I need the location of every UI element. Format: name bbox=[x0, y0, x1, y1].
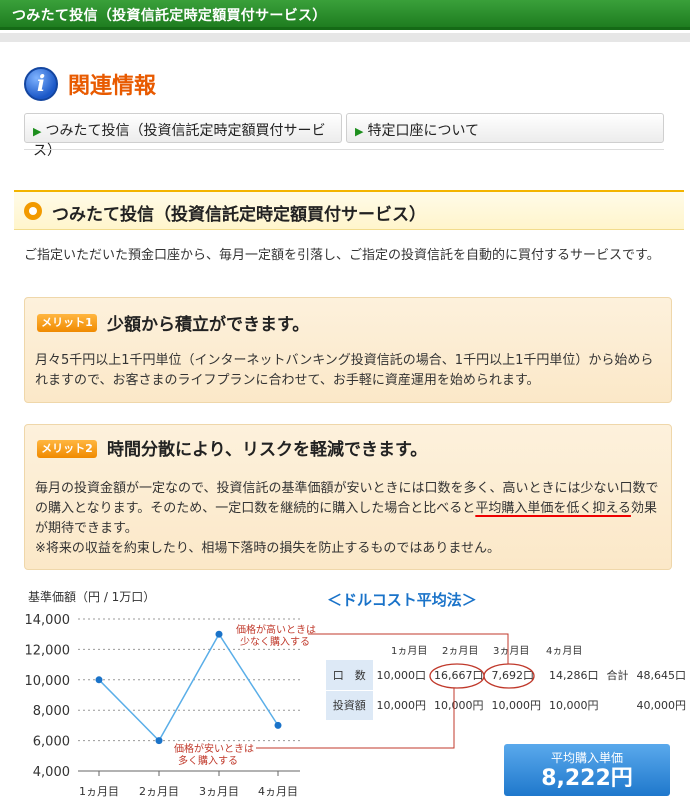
data-point bbox=[155, 737, 163, 745]
dca-col-header: 2ヵ月目 bbox=[442, 646, 479, 657]
table-cell: 10,000円 bbox=[434, 699, 484, 712]
y-tick-label: 14,000 bbox=[25, 613, 71, 628]
average-price-label: 平均購入単価 bbox=[550, 751, 623, 765]
merit-title: 時間分散により、リスクを軽減できます。 bbox=[107, 440, 428, 460]
data-point bbox=[95, 676, 103, 684]
table-cell: 10,000円 bbox=[491, 699, 542, 712]
dca-col-header: 1ヵ月目 bbox=[391, 646, 428, 657]
related-link-label: つみたて投信（投資信託定時定額買付サービス） bbox=[33, 123, 326, 159]
table-total: 40,000円 bbox=[636, 699, 687, 712]
table-cell: 16,667口 bbox=[434, 669, 484, 682]
page-title: つみたて投信（投資信託定時定額買付サービス） bbox=[12, 8, 327, 24]
dca-col-header: 3ヵ月目 bbox=[493, 646, 530, 657]
annotation-low: 価格が安いときは bbox=[174, 742, 254, 755]
merit-box-2: メリット2 時間分散により、リスクを軽減できます。 毎月の投資金額が一定なので、… bbox=[24, 424, 672, 570]
price-chart: 基準価額（円 / 1万口） 4,000 6,000 8,000 10,000 12,000… bbox=[25, 589, 317, 798]
y-tick-label: 6,000 bbox=[33, 735, 70, 750]
table-row: 投資額 10,000円 10,000円 10,000円 10,000円 40,0… bbox=[326, 690, 690, 721]
y-axis-label: 基準価額（円 / 1万口） bbox=[28, 589, 155, 604]
merit-body: 月々5千円以上1千円単位（インターネットバンキング投資信託の場合、1千円以上1千… bbox=[35, 353, 654, 388]
merit-box-1: メリット1 少額から積立ができます。 月々5千円以上1千円単位（インターネットバ… bbox=[24, 297, 672, 403]
table-cell: 10,000口 bbox=[376, 669, 427, 682]
merit-body-highlight: 平均購入単価を低く抑える bbox=[475, 501, 631, 516]
y-tick-label: 10,000 bbox=[25, 674, 71, 689]
merit-note: ※将来の収益を約束したり、相場下落時の損失を防止するものではありません。 bbox=[35, 541, 500, 556]
triangle-right-icon: ▶ bbox=[33, 125, 42, 138]
row-label: 口 数 bbox=[326, 660, 373, 691]
table-cell: 10,000円 bbox=[376, 699, 427, 712]
row-label: 投資額 bbox=[326, 690, 373, 721]
average-price-box: 平均購入単価 8,222円 bbox=[504, 744, 670, 796]
y-tick-label: 8,000 bbox=[33, 704, 70, 719]
x-tick-label: 3ヵ月目 bbox=[199, 785, 239, 798]
merit-badge: メリット2 bbox=[37, 440, 97, 458]
triangle-right-icon: ▶ bbox=[355, 125, 364, 138]
merit-badge: メリット1 bbox=[37, 314, 97, 332]
dca-title: ＜ドルコスト平均法＞ bbox=[327, 591, 477, 609]
annotation-high: 少なく購入する bbox=[240, 635, 310, 648]
section-heading: つみたて投信（投資信託定時定額買付サービス） bbox=[14, 190, 684, 230]
table-cell: 14,286口 bbox=[549, 669, 599, 682]
related-link-tokutei[interactable]: ▶ 特定口座について bbox=[346, 113, 664, 143]
dca-table: 口 数 10,000口 16,667口 7,692口 14,286口 合計 48… bbox=[326, 660, 690, 721]
page-header: つみたて投信（投資信託定時定額買付サービス） bbox=[0, 0, 690, 30]
header-divider bbox=[0, 33, 690, 42]
dca-col-header: 4ヵ月目 bbox=[546, 646, 583, 657]
table-total: 48,645口 bbox=[636, 669, 687, 682]
average-price-value: 8,222円 bbox=[541, 766, 633, 791]
annotation-high: 価格が高いときは bbox=[236, 623, 316, 636]
data-point bbox=[274, 721, 282, 729]
section-intro: ご指定いただいた預金口座から、毎月一定額を引落し、ご指定の投資信託を自動的に買付… bbox=[24, 248, 660, 263]
annotation-low: 多く購入する bbox=[178, 754, 238, 767]
total-label bbox=[603, 690, 633, 720]
x-tick-label: 2ヵ月目 bbox=[139, 785, 179, 798]
table-row: 口 数 10,000口 16,667口 7,692口 14,286口 合計 48… bbox=[326, 660, 690, 691]
table-cell: 7,692口 bbox=[491, 669, 535, 682]
series-line bbox=[98, 632, 279, 742]
total-label: 合計 bbox=[606, 669, 629, 682]
circle-bullet-icon bbox=[24, 202, 42, 220]
y-tick-label: 4,000 bbox=[33, 765, 70, 780]
merit-body: 毎月の投資金額が一定なので、投資信託の基準価額が安いときには口数を多く、高いとき… bbox=[35, 479, 663, 559]
table-cell: 10,000円 bbox=[549, 699, 599, 712]
divider bbox=[24, 149, 664, 150]
data-point bbox=[215, 630, 223, 638]
merit-title: 少額から積立ができます。 bbox=[107, 315, 310, 335]
related-heading: 関連情報 bbox=[68, 74, 157, 99]
section-title: つみたて投信（投資信託定時定額買付サービス） bbox=[52, 205, 426, 225]
x-tick-label: 4ヵ月目 bbox=[258, 785, 298, 798]
info-icon: i bbox=[24, 67, 58, 101]
y-tick-label: 12,000 bbox=[25, 643, 71, 658]
related-link-tsumitate[interactable]: ▶ つみたて投信（投資信託定時定額買付サービス） bbox=[24, 113, 342, 159]
x-tick-label: 1ヵ月目 bbox=[79, 785, 119, 798]
related-link-label: 特定口座について bbox=[367, 123, 480, 139]
